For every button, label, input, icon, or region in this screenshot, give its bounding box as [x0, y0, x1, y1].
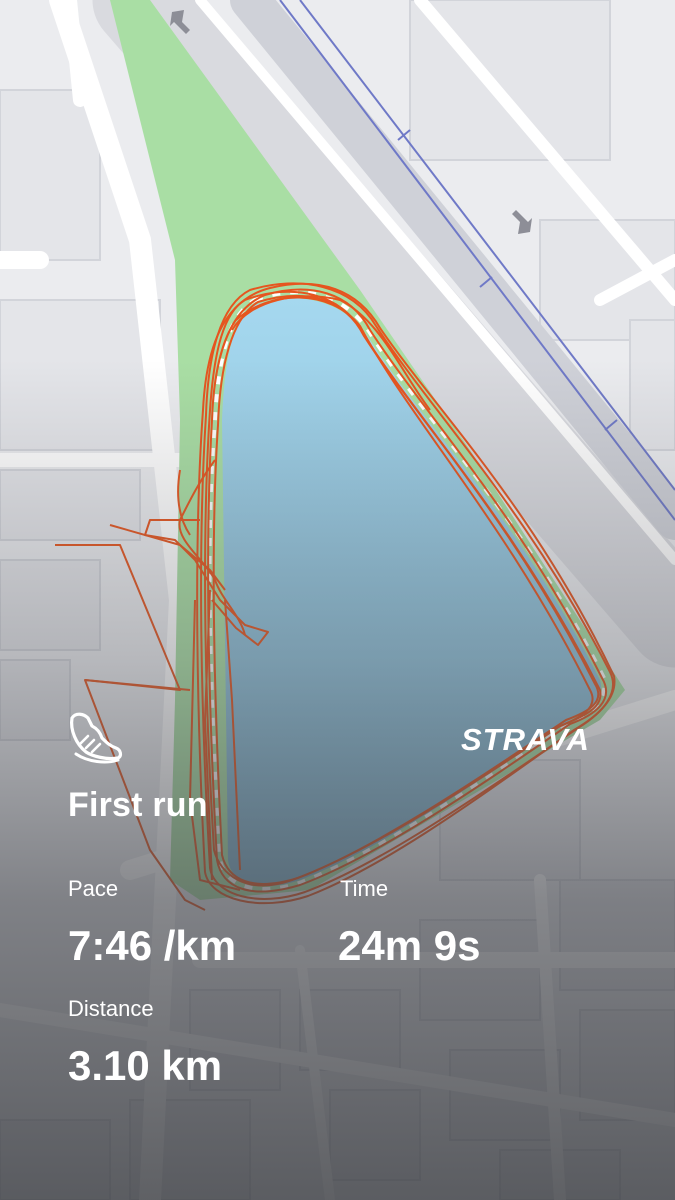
- time-label: Time: [340, 876, 389, 901]
- distance-label: Distance: [68, 996, 154, 1021]
- distance-value: 3.10 km: [68, 1042, 223, 1089]
- strava-logo: STRAVA: [461, 722, 590, 757]
- activity-share-card: First run Pace 7:46 /km Time 24m 9s Dist…: [0, 0, 675, 1200]
- running-shoe-icon: [70, 712, 123, 764]
- activity-title: First run: [68, 786, 208, 824]
- pace-value: 7:46 /km: [68, 922, 237, 969]
- time-value: 24m 9s: [338, 922, 481, 969]
- pace-label: Pace: [68, 876, 119, 901]
